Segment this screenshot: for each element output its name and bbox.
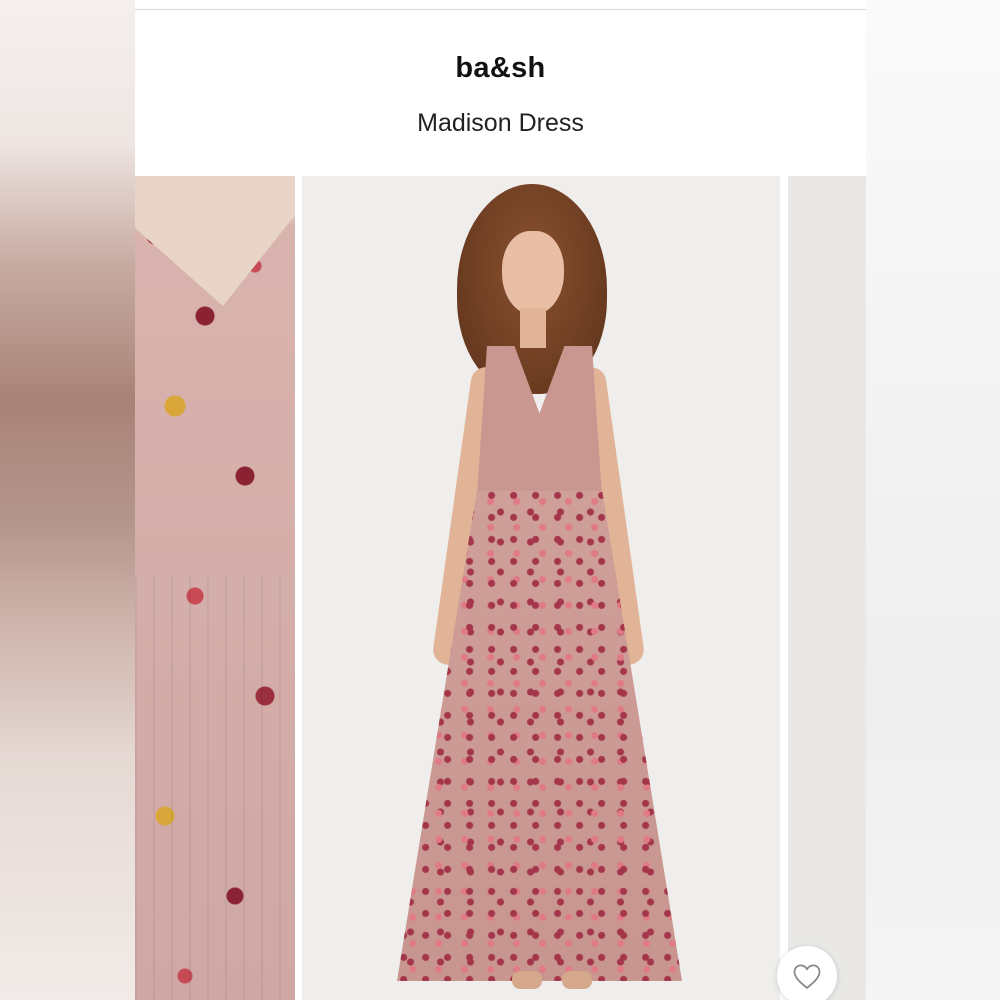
model-foot-right	[562, 971, 592, 989]
product-screen: ba&sh Madison Dress	[135, 0, 866, 1000]
divider	[135, 9, 866, 10]
image-carousel[interactable]	[135, 176, 866, 1000]
model-foot-left	[512, 971, 542, 989]
dress-skirt	[397, 491, 682, 981]
model-face	[502, 231, 564, 315]
model-photo	[302, 176, 780, 1000]
carousel-image-detail[interactable]	[135, 176, 295, 1000]
brand-name[interactable]: ba&sh	[135, 52, 866, 85]
detail-neckline	[135, 176, 295, 306]
product-title: Madison Dress	[417, 109, 584, 137]
carousel-image-main[interactable]	[302, 176, 780, 1000]
blurred-background-right	[866, 0, 1000, 1000]
favorite-button[interactable]	[777, 946, 837, 1000]
blurred-background-left	[0, 0, 135, 1000]
model-neck	[520, 308, 546, 348]
heart-outline-icon	[793, 964, 821, 989]
carousel-image-next[interactable]	[788, 176, 866, 1000]
detail-pleats	[135, 576, 295, 1000]
